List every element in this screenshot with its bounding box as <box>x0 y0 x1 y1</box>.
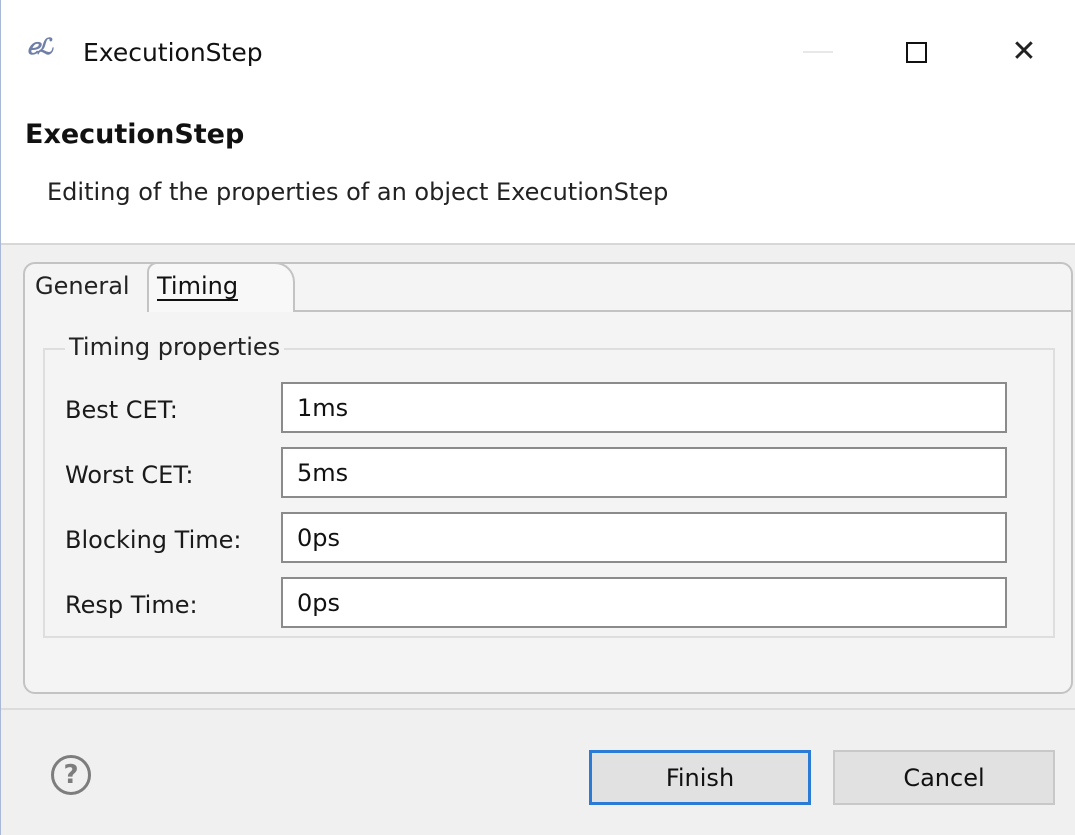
worst-cet-label: Worst CET: <box>65 461 194 489</box>
title-bar: ℯℒ ExecutionStep ✕ <box>1 0 1075 95</box>
close-button[interactable]: ✕ <box>989 22 1059 82</box>
tab-timing-label: Timing <box>157 272 239 301</box>
resp-time-input[interactable] <box>281 577 1007 628</box>
minimize-button[interactable] <box>783 22 853 82</box>
resp-time-label: Resp Time: <box>65 591 198 619</box>
button-bar-divider <box>1 708 1075 710</box>
worst-cet-input[interactable] <box>281 447 1007 498</box>
app-logo-icon: ℯℒ <box>27 34 53 60</box>
cancel-button[interactable]: Cancel <box>833 750 1055 805</box>
best-cet-input[interactable] <box>281 382 1007 433</box>
header-title: ExecutionStep <box>25 119 245 150</box>
blocking-time-label: Blocking Time: <box>65 526 242 554</box>
maximize-button[interactable] <box>881 22 951 82</box>
blocking-time-input[interactable] <box>281 512 1007 563</box>
help-icon[interactable]: ? <box>51 755 91 795</box>
finish-button[interactable]: Finish <box>589 750 811 805</box>
header-description: Editing of the properties of an object E… <box>47 178 669 206</box>
maximize-icon <box>905 41 927 63</box>
best-cet-label: Best CET: <box>65 396 178 424</box>
tab-general[interactable]: General <box>35 272 130 300</box>
tab-divider <box>295 310 1071 312</box>
group-title: Timing properties <box>65 333 285 361</box>
tab-timing[interactable]: Timing <box>147 262 295 312</box>
close-icon: ✕ <box>1011 34 1037 69</box>
window-title: ExecutionStep <box>83 38 263 67</box>
minimize-icon <box>803 51 833 53</box>
dialog-window: ℯℒ ExecutionStep ✕ ExecutionStep Editing… <box>0 0 1075 835</box>
dialog-header: ExecutionStep Editing of the properties … <box>1 95 1075 245</box>
